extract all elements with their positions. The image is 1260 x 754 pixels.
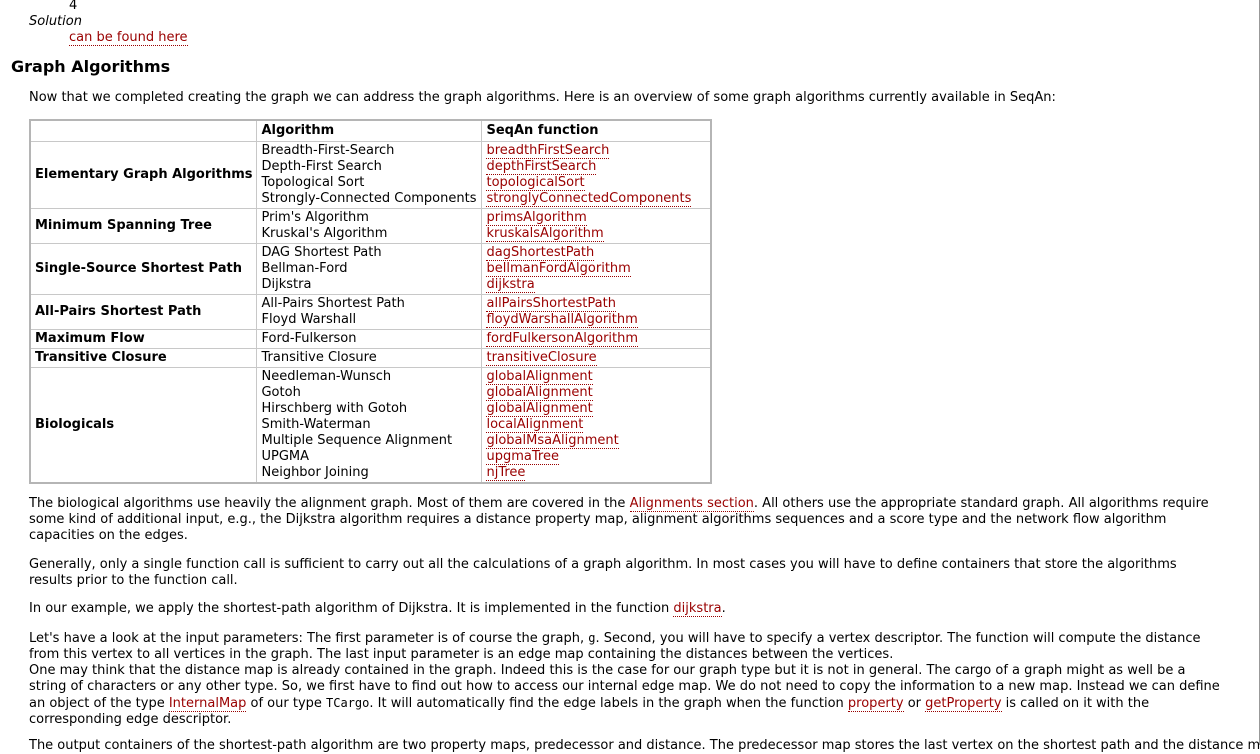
function-link[interactable]: dijkstra [486,277,535,293]
function-link[interactable]: globalAlignment [486,369,593,385]
paragraph-function-call: Generally, only a single function call i… [29,557,1177,588]
paragraph-output-containers: The output containers of the shortest-pa… [29,738,1260,753]
function-cell: breadthFirstSearch depthFirstSearch topolo… [481,141,712,209]
category-cell: Maximum Flow [29,329,258,349]
function-link[interactable]: njTree [486,465,526,481]
algorithm-name: Dijkstra [261,277,312,292]
paragraph-biological: The biological algorithms use heavily th… [29,496,1209,543]
algorithm-name: Prim's Algorithm [261,210,369,225]
table-row: Transitive Closure Transitive Closure tran… [29,348,712,368]
algorithm-name: Transitive Closure [261,350,377,365]
algorithm-name: Bellman-Ford [261,261,348,276]
function-link[interactable]: stronglyConnectedComponents [486,191,692,207]
algorithm-cell: Transitive Closure [256,348,483,368]
graph-algorithms-table: Algorithm SeqAn function Elementary Grap… [29,119,712,484]
header-function: SeqAn function [481,119,712,142]
function-cell: allPairsShortestPath floydWarshallAlgorit… [481,294,712,330]
solution-label: Solution [29,14,82,29]
function-link[interactable]: primsAlgorithm [486,210,587,226]
table-header-row: Algorithm SeqAn function [29,119,712,142]
paragraph-dijkstra: In our example, we apply the shortest-pa… [29,601,726,617]
table-row: All-Pairs Shortest Path All-Pairs Shortes… [29,294,712,330]
algorithm-name: Breadth-First-Search [261,143,395,158]
function-link[interactable]: globalMsaAlignment [486,433,619,449]
function-link[interactable]: allPairsShortestPath [486,296,616,312]
algorithm-name: All-Pairs Shortest Path [261,296,405,311]
function-link[interactable]: breadthFirstSearch [486,143,610,159]
table-row: Minimum Spanning Tree Prim's Algorithm Kru… [29,208,712,244]
table-row: Maximum Flow Ford-Fulkerson fordFulkersonA… [29,329,712,349]
property-link[interactable]: property [847,696,904,712]
algorithm-name: Hirschberg with Gotoh [261,401,408,416]
category-cell: Biologicals [29,367,258,484]
category-cell: Single-Source Shortest Path [29,243,258,295]
algorithm-name: Smith-Waterman [261,417,371,432]
algorithm-name: Kruskal's Algorithm [261,226,388,241]
algorithm-name: Topological Sort [261,175,365,190]
algorithm-name: UPGMA [261,449,310,464]
function-cell: primsAlgorithm kruskalsAlgorithm [481,208,712,244]
algorithm-name: Floyd Warshall [261,312,357,327]
function-link[interactable]: bellmanFordAlgorithm [486,261,631,277]
function-link[interactable]: dagShortestPath [486,245,595,261]
algorithm-cell: DAG Shortest Path Bellman-Ford Dijkstra [256,243,483,295]
function-link[interactable]: depthFirstSearch [486,159,597,175]
function-link[interactable]: kruskalsAlgorithm [486,226,604,242]
table-row: Single-Source Shortest Path DAG Shortest … [29,243,712,295]
category-cell: Elementary Graph Algorithms [29,141,258,209]
function-link[interactable]: fordFulkersonAlgorithm [486,331,639,347]
function-cell: globalAlignment globalAlignment globalAlig… [481,367,712,484]
algorithm-cell: Prim's Algorithm Kruskal's Algorithm [256,208,483,244]
function-link[interactable]: upgmaTree [486,449,559,465]
function-cell: transitiveClosure [481,348,712,368]
step-number: 4 [69,0,78,13]
algorithm-name: Strongly-Connected Components [261,191,477,206]
algorithm-cell: Breadth-First-Search Depth-First Search To… [256,141,483,209]
internalmap-link[interactable]: InternalMap [168,696,247,712]
code-tcargo: TCargo [326,696,370,710]
algorithm-cell: All-Pairs Shortest Path Floyd Warshall [256,294,483,330]
function-cell: dagShortestPath bellmanFordAlgorithm dijks… [481,243,712,295]
header-category [29,119,258,142]
table-row: Biologicals Needleman-Wunsch Gotoh Hirschbe… [29,367,712,484]
function-link[interactable]: localAlignment [486,417,584,433]
section-title: Graph Algorithms [11,57,171,76]
algorithm-name: Needleman-Wunsch [261,369,392,384]
algorithm-cell: Ford-Fulkerson [256,329,483,349]
header-algorithm: Algorithm [256,119,483,142]
paragraph-input-parameters: Let's have a look at the input parameter… [29,631,1220,727]
function-link[interactable]: globalAlignment [486,401,593,417]
category-cell: All-Pairs Shortest Path [29,294,258,330]
solution-link[interactable]: can be found here [69,30,188,46]
category-cell: Minimum Spanning Tree [29,208,258,244]
function-link[interactable]: topologicalSort [486,175,585,191]
algorithm-name: Depth-First Search [261,159,382,174]
intro-paragraph: Now that we completed creating the graph… [29,90,1056,105]
algorithm-name: DAG Shortest Path [261,245,382,260]
function-link[interactable]: floydWarshallAlgorithm [486,312,638,328]
function-cell: fordFulkersonAlgorithm [481,329,712,349]
algorithm-name: Ford-Fulkerson [261,331,357,346]
algorithm-name: Neighbor Joining [261,465,369,480]
algorithm-name: Gotoh [261,385,301,400]
dijkstra-link[interactable]: dijkstra [673,601,722,617]
function-link[interactable]: transitiveClosure [486,350,597,366]
algorithm-name: Multiple Sequence Alignment [261,433,453,448]
alignments-section-link[interactable]: Alignments section [629,496,754,512]
function-link[interactable]: globalAlignment [486,385,593,401]
getproperty-link[interactable]: getProperty [925,696,1002,712]
category-cell: Transitive Closure [29,348,258,368]
table-row: Elementary Graph Algorithms Breadth-First… [29,141,712,209]
algorithm-cell: Needleman-Wunsch Gotoh Hirschberg with Got… [256,367,483,484]
